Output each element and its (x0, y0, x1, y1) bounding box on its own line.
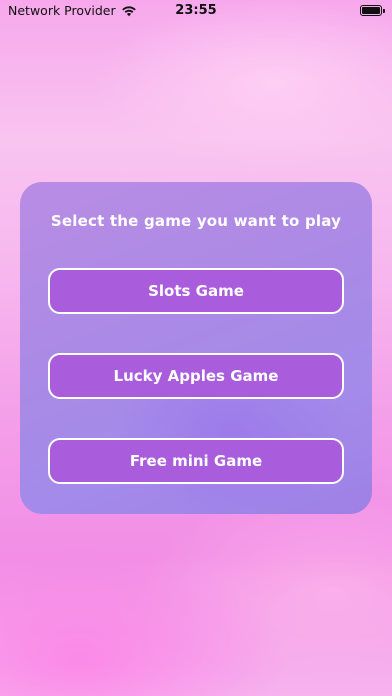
game-select-card: Select the game you want to play Slots G… (20, 182, 372, 514)
card-title: Select the game you want to play (50, 212, 342, 230)
status-bar: Network Provider 23:55 (0, 0, 392, 22)
battery-full-icon (360, 5, 385, 16)
lucky-apples-game-button[interactable]: Lucky Apples Game (48, 353, 344, 399)
free-mini-game-button[interactable]: Free mini Game (48, 438, 344, 484)
status-time: 23:55 (175, 3, 217, 18)
slots-game-button[interactable]: Slots Game (48, 268, 344, 314)
